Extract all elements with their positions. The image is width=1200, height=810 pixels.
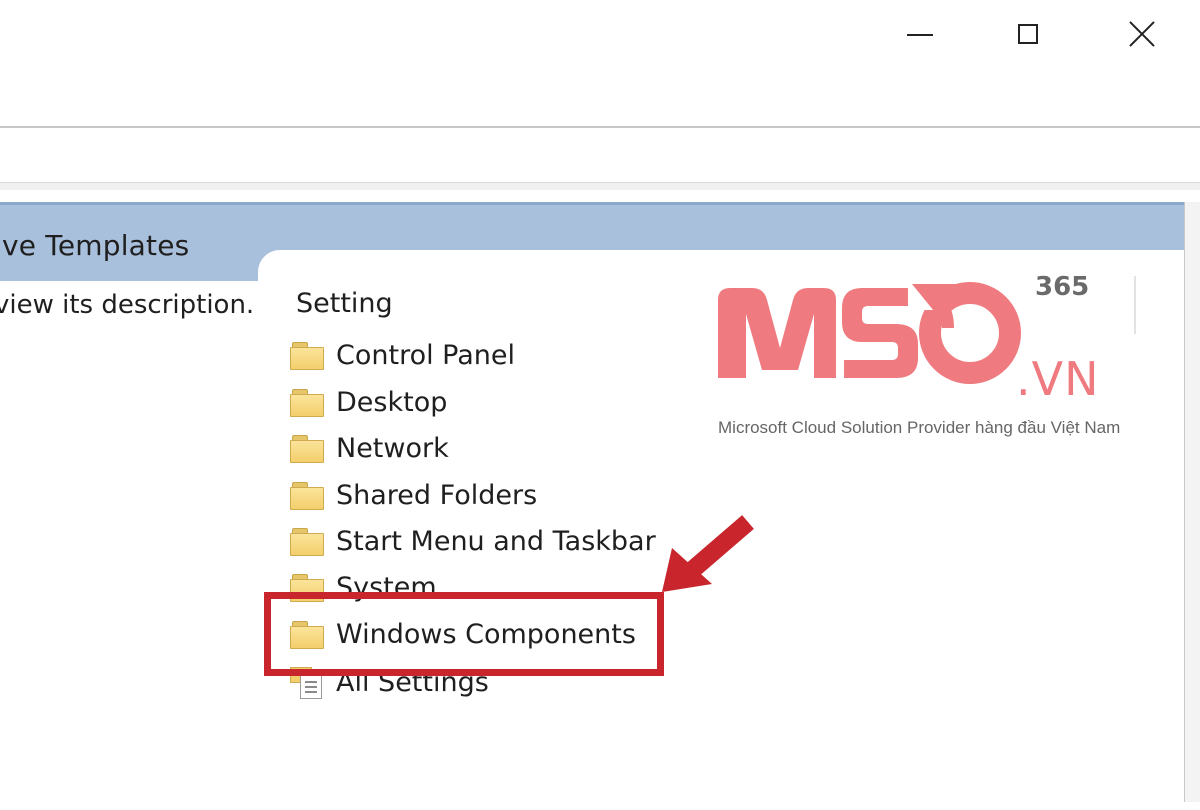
list-item-label: Network: [336, 432, 449, 464]
logo-badge-365: 365: [1035, 272, 1090, 302]
folder-icon: [290, 341, 324, 370]
list-item-label: Start Menu and Taskbar: [336, 525, 656, 557]
logo-suffix-vn: .VN: [1016, 352, 1100, 406]
folder-icon: [290, 481, 324, 510]
close-icon: [1128, 20, 1156, 48]
title-bar: [0, 0, 1200, 126]
maximize-icon: [1018, 24, 1038, 44]
highlight-box: [264, 592, 664, 676]
list-item-label: Control Panel: [336, 339, 516, 371]
toolbar: [0, 128, 1200, 182]
list-item-shared-folders[interactable]: Shared Folders: [290, 474, 537, 516]
column-separator[interactable]: [1134, 276, 1136, 334]
list-item-label: Shared Folders: [336, 479, 538, 511]
description-hint: view its description.: [0, 290, 255, 320]
pane-gap: [0, 190, 1200, 202]
pane-header-title: ive Templates: [0, 229, 190, 262]
folder-icon: [290, 388, 324, 417]
minimize-button[interactable]: [864, 0, 976, 68]
setting-column-header[interactable]: Setting: [296, 288, 393, 319]
list-item-label: Desktop: [336, 386, 448, 418]
maximize-button[interactable]: [972, 0, 1084, 68]
minimize-icon: [907, 34, 933, 36]
list-item-start-menu-and-taskbar[interactable]: Start Menu and Taskbar: [290, 520, 656, 562]
folder-icon: [290, 527, 324, 556]
vertical-scrollbar[interactable]: [1184, 202, 1200, 802]
close-button[interactable]: [1086, 0, 1198, 68]
list-item-control-panel[interactable]: Control Panel: [290, 334, 515, 376]
list-item-desktop[interactable]: Desktop: [290, 381, 447, 423]
logo-tagline: Microsoft Cloud Solution Provider hàng đ…: [718, 418, 1121, 437]
list-item-network[interactable]: Network: [290, 427, 449, 469]
folder-icon: [290, 434, 324, 463]
